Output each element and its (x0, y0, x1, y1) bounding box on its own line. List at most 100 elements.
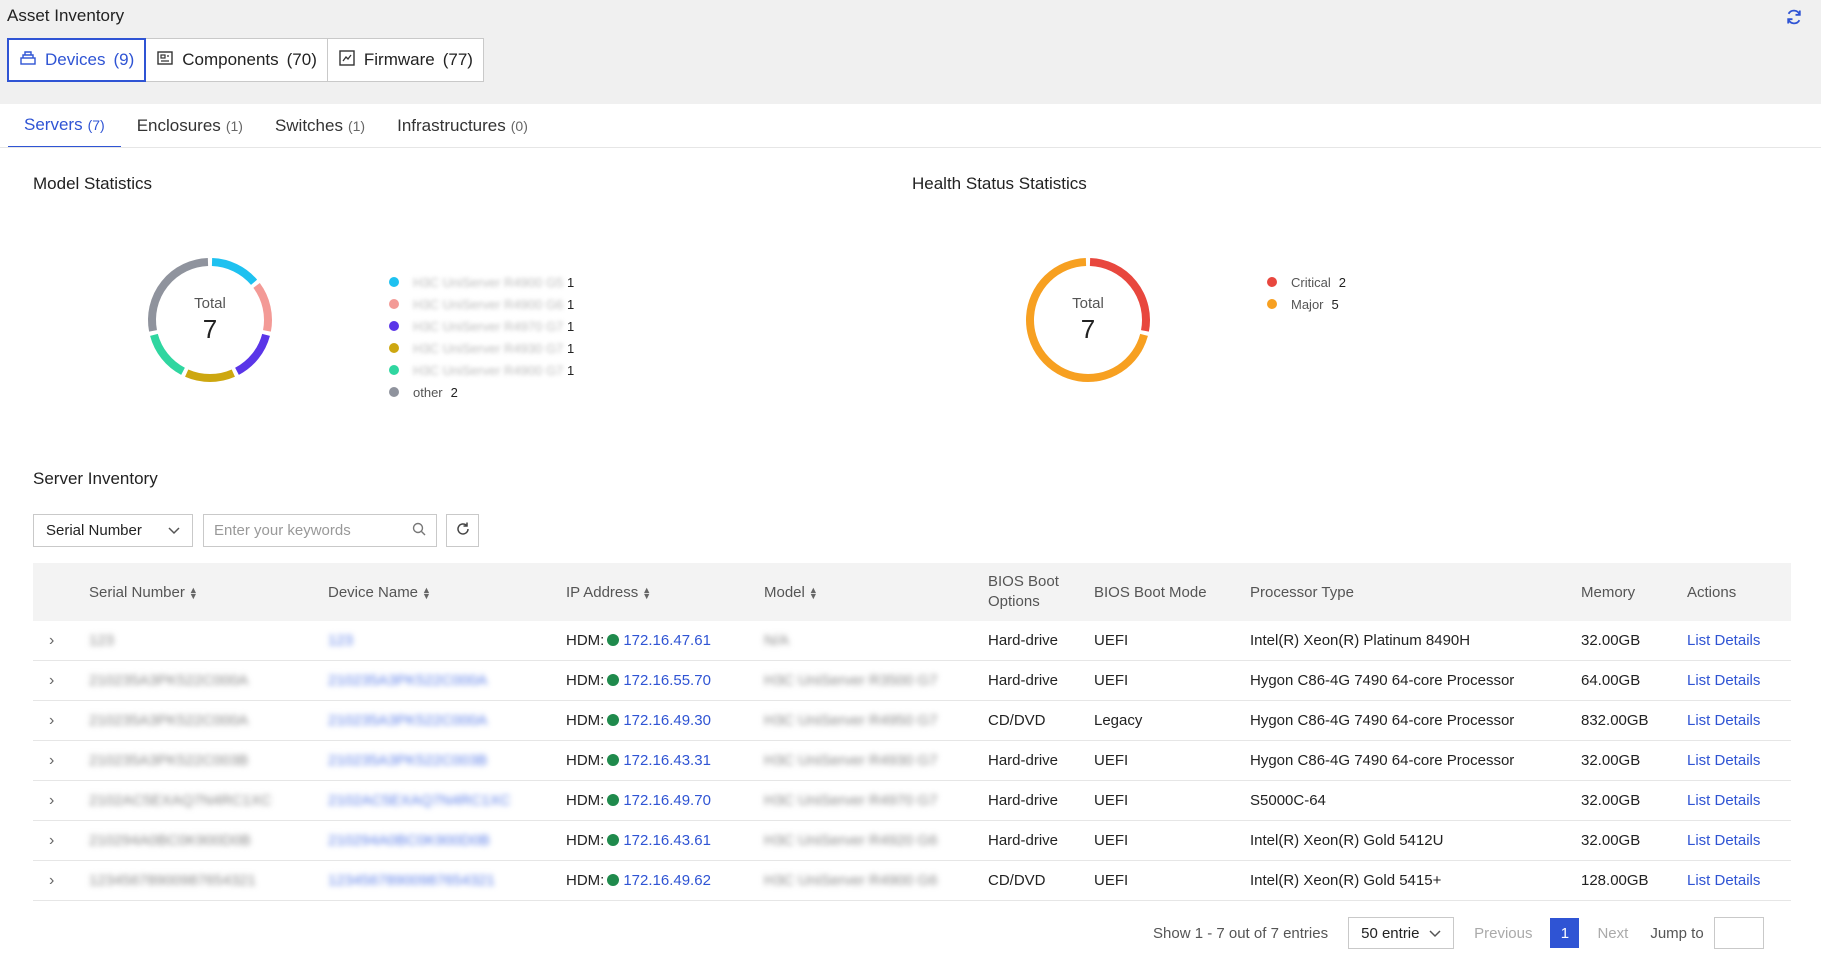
ip-prefix: HDM: (566, 792, 605, 809)
model-cell: H3C UniServer R4950 G7 (764, 712, 938, 729)
chevron-down-icon (168, 522, 180, 539)
ip-address-link[interactable]: 172.16.49.62 (623, 872, 711, 889)
device-name-link[interactable]: 12345678900987654321 (328, 872, 566, 889)
table-body: › 123 123 HDM: 172.16.47.61 N/A Hard-drive UEFI… (33, 621, 1791, 901)
tab-switches-label: Switches (274, 116, 343, 135)
ip-address-link[interactable]: 172.16.43.61 (623, 832, 711, 849)
bios-boot-mode-cell: Legacy (1094, 712, 1143, 729)
list-details-link[interactable]: List Details (1687, 672, 1791, 689)
legend-item[interactable]: H3C UniServer R4900 G7 1 (389, 359, 574, 381)
refresh-button[interactable] (446, 514, 479, 547)
sort-icon[interactable]: ▲ ▼ (422, 585, 431, 600)
table-row: › 210294A0BC0K900D0B 210294A0BC0K900D0B HDM… (33, 821, 1791, 861)
legend-item[interactable]: H3C UniServer R4900 G5 1 (389, 271, 574, 293)
list-details-link[interactable]: List Details (1687, 632, 1791, 649)
list-details-link[interactable]: List Details (1687, 752, 1791, 769)
legend-item[interactable]: H3C UniServer R4970 G7 1 (389, 315, 574, 337)
model-cell: H3C UniServer R4920 G6 (764, 832, 938, 849)
legend-item-major[interactable]: Major 5 (1267, 293, 1346, 315)
col-serial-number[interactable]: Serial Number ▲ ▼ (89, 584, 328, 601)
pagination: Show 1 - 7 out of 7 entries 50 entrie Pr… (1153, 917, 1764, 949)
memory-cell: 32.00GB (1581, 832, 1641, 849)
tabs-divider (0, 147, 1821, 148)
page-button-current[interactable]: 1 (1550, 918, 1580, 948)
list-details-link[interactable]: List Details (1687, 792, 1791, 809)
ip-address-link[interactable]: 172.16.49.70 (623, 792, 711, 809)
tab-devices[interactable]: Devices (9) (7, 38, 147, 82)
tab-firmware[interactable]: Firmware (77) (326, 38, 484, 82)
legend-name: H3C UniServer R4900 G5 (413, 274, 564, 290)
tab-switches[interactable]: Switches (1) (259, 104, 381, 148)
tab-components[interactable]: Components (70) (145, 38, 328, 82)
legend-value: 1 (567, 296, 575, 312)
ip-address-cell: HDM: 172.16.49.62 (566, 872, 764, 889)
serial-number-cell: 123 (89, 632, 115, 649)
sort-icon[interactable]: ▲ ▼ (189, 585, 198, 600)
model-total-label: Total (194, 295, 226, 312)
sort-icon[interactable]: ▲ ▼ (809, 585, 818, 600)
legend-name: Critical (1291, 274, 1331, 290)
page-size-select[interactable]: 50 entrie (1348, 917, 1455, 949)
device-name-link[interactable]: 123 (328, 632, 566, 649)
ip-address-link[interactable]: 172.16.49.30 (623, 712, 711, 729)
tab-devices-count: (9) (113, 50, 135, 69)
processor-type-cell: Hygon C86-4G 7490 64-core Processor (1250, 752, 1515, 769)
refresh-icon[interactable] (1785, 8, 1803, 26)
serial-number-cell: 210235A3PK522C000A (89, 712, 249, 729)
processor-type-cell: Hygon C86-4G 7490 64-core Processor (1250, 712, 1515, 729)
health-stats-title: Health Status Statistics (912, 174, 1087, 193)
status-dot-icon (607, 834, 620, 847)
tab-infrastructures-count: (0) (510, 118, 528, 134)
chevron-right-icon[interactable]: › (49, 712, 54, 729)
serial-number-cell: 12345678900987654321 (89, 872, 256, 889)
status-dot-icon (607, 794, 620, 807)
chevron-right-icon[interactable]: › (49, 752, 54, 769)
col-ip-address[interactable]: IP Address ▲ ▼ (566, 584, 764, 601)
chevron-right-icon[interactable]: › (49, 832, 54, 849)
tab-enclosures[interactable]: Enclosures (1) (121, 104, 259, 148)
chevron-right-icon[interactable]: › (49, 672, 54, 689)
device-name-link[interactable]: 210235A3PK522C000A (328, 672, 566, 689)
filter-field-select[interactable]: Serial Number (33, 514, 193, 547)
chevron-right-icon[interactable]: › (49, 792, 54, 809)
list-details-link[interactable]: List Details (1687, 832, 1791, 849)
next-page-button[interactable]: Next (1597, 925, 1628, 942)
tab-infrastructures[interactable]: Infrastructures (0) (381, 104, 544, 148)
table-row: › 210235A3PK522C000A 210235A3PK522C000A HDM… (33, 701, 1791, 741)
col-device-name[interactable]: Device Name ▲ ▼ (328, 584, 566, 601)
list-details-link[interactable]: List Details (1687, 712, 1791, 729)
legend-value: 1 (567, 274, 575, 290)
legend-item-critical[interactable]: Critical 2 (1267, 271, 1346, 293)
legend-item[interactable]: H3C UniServer R4930 G7 1 (389, 337, 574, 359)
device-name-link[interactable]: 2102AC5EXAQ7N4RC1XC (328, 792, 566, 809)
col-model[interactable]: Model ▲ ▼ (764, 584, 988, 601)
table-row: › 2102AC5EXAQ7N4RC1XC 2102AC5EXAQ7N4RC1XC H… (33, 781, 1791, 821)
device-name-link[interactable]: 210235A3PK522C000A (328, 712, 566, 729)
chevron-right-icon[interactable]: › (49, 872, 54, 889)
search-input[interactable] (214, 522, 394, 539)
ip-address-link[interactable]: 172.16.43.31 (623, 752, 711, 769)
legend-item[interactable]: H3C UniServer R4900 G6 1 (389, 293, 574, 315)
status-dot-icon (607, 634, 620, 647)
search-icon[interactable] (412, 522, 426, 540)
jump-to-input[interactable] (1713, 917, 1764, 949)
legend-item[interactable]: other 2 (389, 381, 574, 403)
model-cell: H3C UniServer R4970 G7 (764, 792, 938, 809)
chevron-right-icon[interactable]: › (49, 632, 54, 649)
processor-type-cell: S5000C-64 (1250, 792, 1326, 809)
ip-address-link[interactable]: 172.16.55.70 (623, 672, 711, 689)
device-name-link[interactable]: 210294A0BC0K900D0B (328, 832, 566, 849)
device-name-link[interactable]: 210235A3PK522C003B (328, 752, 566, 769)
model-cell: H3C UniServer R4900 G6 (764, 872, 938, 889)
tab-enclosures-label: Enclosures (136, 116, 221, 135)
ip-prefix: HDM: (566, 632, 605, 649)
tab-servers-count: (7) (87, 117, 105, 133)
list-details-link[interactable]: List Details (1687, 872, 1791, 889)
sort-icon[interactable]: ▲ ▼ (642, 585, 651, 600)
ip-address-link[interactable]: 172.16.47.61 (623, 632, 711, 649)
processor-type-cell: Intel(R) Xeon(R) Gold 5412U (1250, 832, 1444, 849)
health-legend: Critical 2 Major 5 (1267, 271, 1346, 315)
previous-page-button[interactable]: Previous (1474, 925, 1532, 942)
tab-servers[interactable]: Servers (7) (8, 104, 121, 148)
table-header: Serial Number ▲ ▼ Device Name ▲ ▼ IP Address… (33, 563, 1791, 621)
